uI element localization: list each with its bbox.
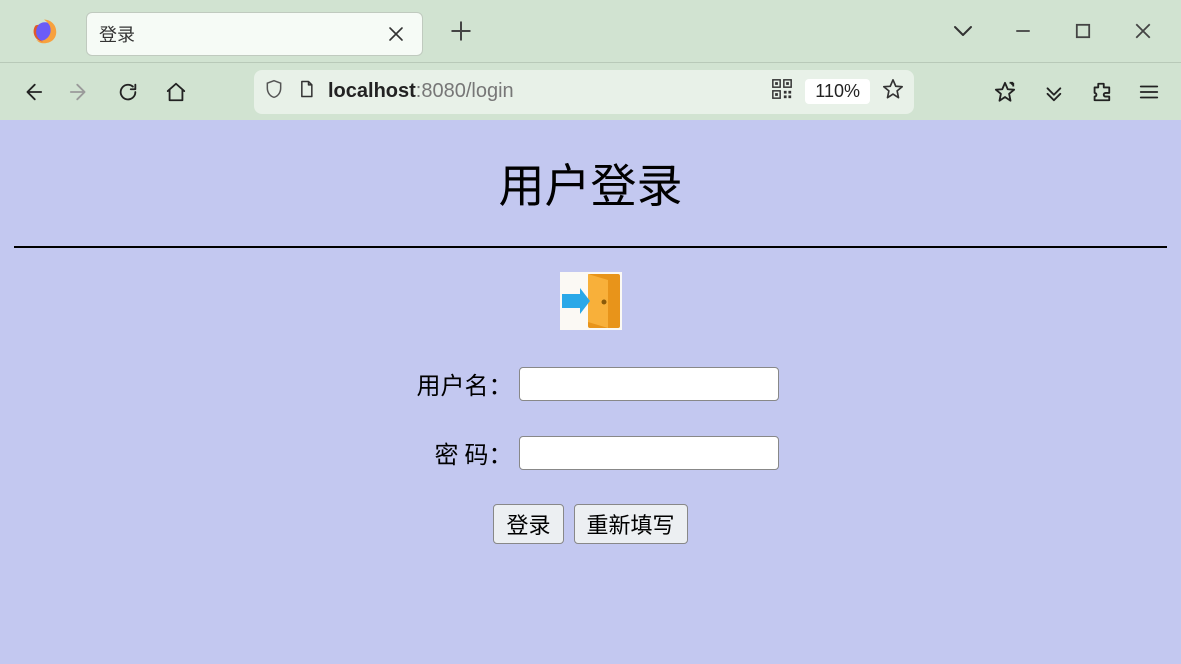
bookmark-star-icon[interactable] [882, 78, 904, 105]
login-door-icon [0, 272, 1181, 330]
zoom-level-badge[interactable]: 110% [805, 79, 870, 104]
page-title: 用户登录 [0, 150, 1181, 216]
close-tab-button[interactable] [382, 20, 410, 48]
firefox-logo-icon [22, 9, 66, 53]
app-menu-button[interactable] [1127, 70, 1171, 114]
url-bar[interactable]: localhost:8080/login 110% [254, 70, 914, 114]
overflow-menu-button[interactable] [1031, 70, 1075, 114]
password-row: 密 码： [0, 435, 1181, 470]
window-close-button[interactable] [1113, 0, 1173, 62]
tab-title: 登录 [99, 21, 135, 47]
browser-tab[interactable]: 登录 [86, 12, 423, 56]
nav-forward-button[interactable] [58, 70, 102, 114]
login-button[interactable]: 登录 [493, 504, 563, 544]
browser-toolbar: localhost:8080/login 110% [0, 62, 1181, 120]
divider [14, 246, 1167, 248]
browser-tabstrip: 登录 [0, 0, 1181, 62]
nav-back-button[interactable] [10, 70, 54, 114]
window-maximize-button[interactable] [1053, 0, 1113, 62]
username-input[interactable] [519, 367, 779, 401]
extensions-button[interactable] [1079, 70, 1123, 114]
username-row: 用户名： [0, 366, 1181, 401]
tabs-dropdown-button[interactable] [933, 0, 993, 62]
tracking-protection-icon[interactable] [264, 79, 284, 104]
page-content: 用户登录 用户名： 密 码： 登录 重新填写 [0, 120, 1181, 664]
button-row: 登录 重新填写 [0, 504, 1181, 544]
username-label: 用户名： [403, 366, 513, 401]
password-input[interactable] [519, 436, 779, 470]
nav-home-button[interactable] [154, 70, 198, 114]
save-to-pocket-icon[interactable] [983, 70, 1027, 114]
site-identity-icon[interactable] [296, 79, 316, 104]
reset-button[interactable]: 重新填写 [574, 504, 688, 544]
password-label: 密 码： [403, 435, 513, 470]
window-minimize-button[interactable] [993, 0, 1053, 62]
qr-code-icon[interactable] [771, 78, 793, 105]
nav-reload-button[interactable] [106, 70, 150, 114]
url-input[interactable]: localhost:8080/login [328, 70, 759, 114]
login-form: 用户名： 密 码： 登录 重新填写 [0, 366, 1181, 544]
new-tab-button[interactable] [443, 13, 479, 49]
